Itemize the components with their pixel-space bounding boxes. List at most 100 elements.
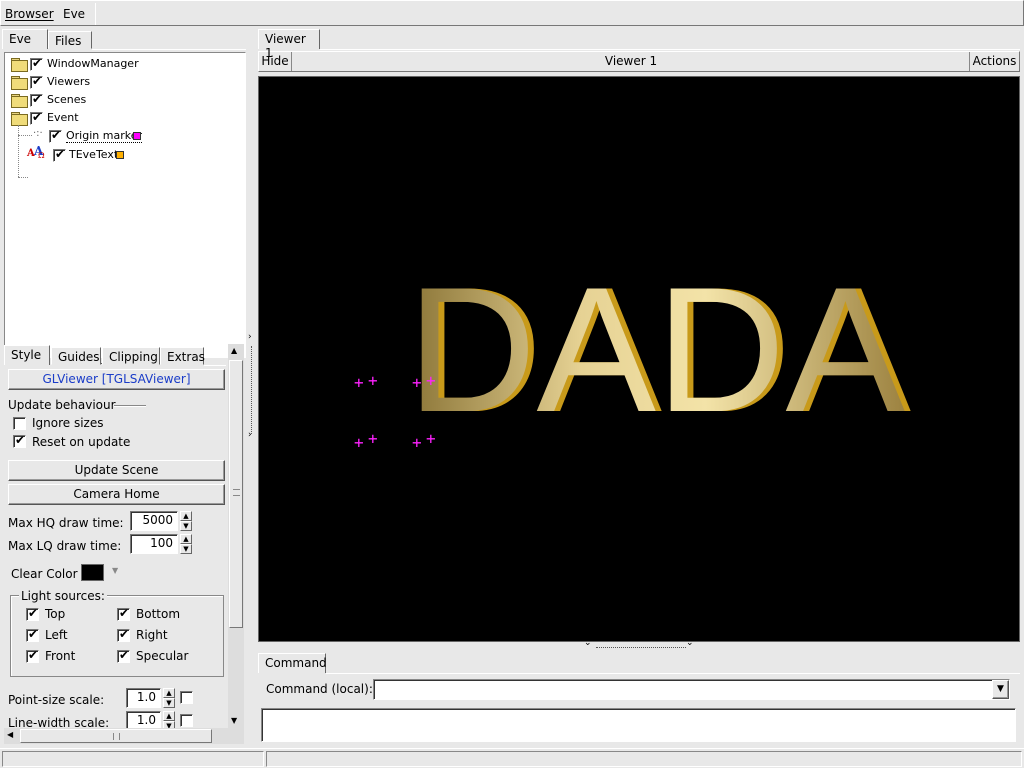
splitter-grip xyxy=(596,647,686,648)
max-hq-field[interactable]: 5000 xyxy=(130,511,178,531)
max-lq-stepper[interactable]: ▲ ▼ xyxy=(180,534,192,554)
tree-view[interactable]: WindowManager Viewers Scenes Event ·:· O… xyxy=(4,52,246,358)
ignore-sizes-checkbox[interactable] xyxy=(13,417,26,430)
light-left-checkbox[interactable] xyxy=(26,627,39,642)
tab-style[interactable]: Style xyxy=(4,345,50,365)
max-hq-stepper[interactable]: ▲ ▼ xyxy=(180,511,192,531)
folder-icon xyxy=(11,58,28,72)
light-right-checkbox[interactable] xyxy=(117,627,130,642)
scroll-down-icon[interactable]: ▼ xyxy=(231,716,237,725)
tab-extras[interactable]: Extras xyxy=(160,347,205,365)
scrollbar-thumb[interactable] xyxy=(229,360,243,628)
tab-viewer-1[interactable]: Viewer 1 xyxy=(258,29,320,60)
tree-checkbox[interactable] xyxy=(30,92,43,107)
actions-button[interactable]: Actions xyxy=(969,52,1019,71)
light-top-checkbox[interactable] xyxy=(26,606,39,621)
command-label: Command (local): xyxy=(266,682,373,696)
viewer-titlebar: Hide Viewer 1 Actions xyxy=(258,51,1020,72)
point-size-field[interactable]: 1.0 xyxy=(126,688,161,708)
menu-eve[interactable]: Eve xyxy=(63,7,85,21)
tab-clipping[interactable]: Clipping xyxy=(102,347,160,365)
tab-guides[interactable]: Guides xyxy=(51,347,101,365)
clear-color-swatch[interactable] xyxy=(81,564,104,581)
light-bottom-label: Bottom xyxy=(136,607,181,621)
color-swatch xyxy=(133,132,141,140)
light-specular-checkbox[interactable] xyxy=(117,648,130,663)
status-bar xyxy=(0,748,1024,768)
glviewer-title-button[interactable]: GLViewer [TGLSAViewer] xyxy=(8,369,225,390)
tree-checkbox[interactable] xyxy=(49,128,62,143)
line-width-checkbox[interactable] xyxy=(180,714,193,727)
reset-on-update-label: Reset on update xyxy=(32,435,131,449)
spin-up-icon[interactable]: ▲ xyxy=(163,688,175,698)
tree-item-label: Scenes xyxy=(47,93,87,106)
scene-text: DADA xyxy=(407,250,905,449)
spin-down-icon[interactable]: ▼ xyxy=(163,698,175,708)
light-left-label: Left xyxy=(45,628,68,642)
tree-item-label: Viewers xyxy=(47,75,91,88)
tree-checkbox[interactable] xyxy=(30,74,43,89)
spin-up-icon[interactable]: ▲ xyxy=(180,534,192,544)
point-size-checkbox[interactable] xyxy=(180,691,193,704)
scrollbar-thumb[interactable] xyxy=(20,729,212,743)
menubar: Browser Eve xyxy=(0,0,1024,26)
tree-checkbox[interactable] xyxy=(30,56,43,71)
folder-icon xyxy=(11,94,28,108)
max-lq-field[interactable]: 100 xyxy=(130,534,178,554)
spin-down-icon[interactable]: ▼ xyxy=(180,521,192,531)
command-history-dropdown[interactable]: ▼ xyxy=(992,680,1009,699)
tree-checkbox[interactable] xyxy=(30,110,43,125)
viewer-splitter[interactable]: ⌄ ⌄ xyxy=(258,638,1020,651)
camera-home-button[interactable]: Camera Home xyxy=(8,484,225,505)
spin-down-icon[interactable]: ▼ xyxy=(180,544,192,554)
menu-browser[interactable]: Browser xyxy=(5,7,54,21)
viewer-title: Viewer 1 xyxy=(604,54,658,68)
collapse-left-icon[interactable]: › xyxy=(248,332,252,342)
light-front-checkbox[interactable] xyxy=(26,648,39,663)
spin-up-icon[interactable]: ▲ xyxy=(180,511,192,521)
light-bottom-checkbox[interactable] xyxy=(117,606,130,621)
tab-line xyxy=(326,673,1020,674)
menubar-separator xyxy=(95,3,96,25)
tree-checkbox[interactable] xyxy=(53,147,66,162)
scroll-up-icon[interactable]: ▲ xyxy=(231,346,237,355)
group-rule xyxy=(114,405,146,407)
tree-item-label: TEveText xyxy=(69,148,119,161)
point-size-stepper[interactable]: ▲ ▼ xyxy=(163,688,175,708)
max-lq-label: Max LQ draw time: xyxy=(8,539,122,553)
tab-eve[interactable]: Eve xyxy=(2,29,48,49)
update-behaviour-label: Update behaviour xyxy=(8,398,116,412)
update-scene-button[interactable]: Update Scene xyxy=(8,460,225,481)
tree-item-viewers[interactable]: Viewers xyxy=(9,73,239,91)
open-folder-icon xyxy=(11,112,28,126)
command-output[interactable] xyxy=(261,708,1016,742)
tab-command[interactable]: Command xyxy=(258,653,327,673)
spin-up-icon[interactable]: ▲ xyxy=(163,711,175,721)
ignore-sizes-label: Ignore sizes xyxy=(32,416,104,430)
tree-item-windowmanager[interactable]: WindowManager xyxy=(9,55,239,73)
color-dropdown-icon[interactable]: ▼ xyxy=(112,566,118,575)
origin-marker-point: + xyxy=(426,429,436,448)
collapse-right-icon[interactable]: › xyxy=(248,430,252,440)
scroll-left-icon[interactable]: ◀ xyxy=(7,730,13,739)
origin-marker-point: + xyxy=(426,371,436,390)
command-input[interactable]: ▼ xyxy=(373,679,1010,700)
vertical-splitter[interactable]: › › xyxy=(248,28,256,748)
hide-button[interactable]: Hide xyxy=(259,52,292,71)
tree-item-tevetext[interactable]: A A Ω TEveText xyxy=(25,144,225,164)
collapse-down-icon[interactable]: ⌄ xyxy=(686,638,694,648)
tab-files[interactable]: Files xyxy=(48,31,92,49)
editor-vertical-scrollbar[interactable]: ▲ ▼ xyxy=(228,344,244,728)
tree-item-event[interactable]: Event xyxy=(9,109,239,127)
tree-item-origin-marker[interactable]: ·:· Origin marker xyxy=(29,127,229,145)
editor-horizontal-scrollbar[interactable]: ◀ xyxy=(4,728,244,744)
folder-icon xyxy=(11,76,28,90)
status-cell-right xyxy=(266,751,1022,767)
scene-canvas: DADA DADA xyxy=(407,250,911,449)
tree-item-scenes[interactable]: Scenes xyxy=(9,91,239,109)
reset-on-update-checkbox[interactable] xyxy=(13,433,26,448)
origin-marker-point: + xyxy=(412,433,422,452)
tab-line xyxy=(320,49,1020,50)
collapse-up-icon[interactable]: ⌄ xyxy=(584,638,592,648)
gl-viewport[interactable]: DADA DADA + + + + + + + + xyxy=(258,76,1020,642)
